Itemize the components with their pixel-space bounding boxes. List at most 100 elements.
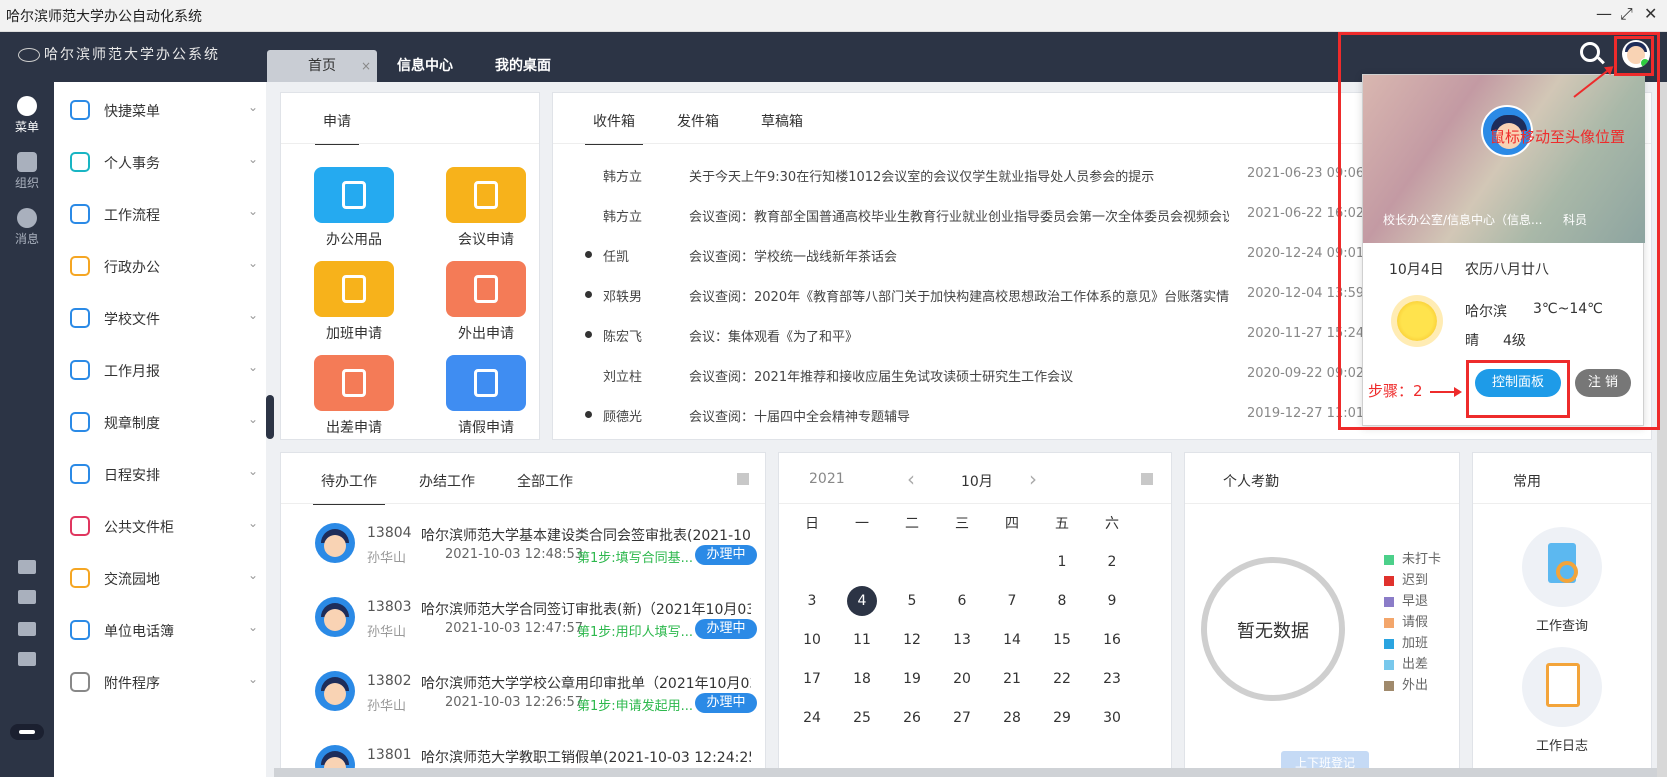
- calendar-day[interactable]: 9: [1097, 586, 1127, 616]
- calendar-day[interactable]: 17: [797, 664, 827, 694]
- horizontal-scrollbar[interactable]: [274, 768, 1657, 777]
- calendar-day[interactable]: 7: [997, 586, 1027, 616]
- calendar-day[interactable]: 18: [847, 664, 877, 694]
- maximize-button[interactable]: ⤢: [1620, 4, 1633, 24]
- storage-icon[interactable]: [18, 590, 36, 604]
- sidebar-item[interactable]: 交流园地 ⌄: [54, 552, 266, 604]
- common-item-work-log[interactable]: 工作日志: [1517, 647, 1607, 754]
- calendar-day[interactable]: 6: [947, 586, 977, 616]
- tab-apply[interactable]: 申请: [315, 111, 359, 145]
- unread-dot-icon: [585, 331, 592, 338]
- toggle-pill-icon[interactable]: [10, 724, 44, 740]
- tab-outbox[interactable]: 发件箱: [677, 111, 719, 131]
- todo-item[interactable]: 13801 哈尔滨师范大学教职工销假单(2021-10-03 12:24:25): [281, 737, 765, 771]
- calendar-day[interactable]: 2: [1097, 547, 1127, 577]
- mail-row[interactable]: 顾德光 会议查阅：十届四中全会精神专题辅导 2019-12-27 11:01: [553, 395, 1453, 435]
- tab-home[interactable]: 首页 ×: [267, 50, 377, 82]
- mail-row[interactable]: 任凯 会议查阅：学校统一战线新年茶话会 2020-12-24 09:01: [553, 235, 1453, 275]
- calendar-day[interactable]: 25: [847, 703, 877, 733]
- calendar-day[interactable]: 14: [997, 625, 1027, 655]
- calendar-day[interactable]: 5: [897, 586, 927, 616]
- sidebar-item[interactable]: 快捷菜单 ⌄: [54, 84, 266, 136]
- sidebar-item-label: 工作月报: [104, 364, 160, 380]
- tab-inbox[interactable]: 收件箱: [585, 111, 643, 145]
- sidebar-item[interactable]: 工作月报 ⌄: [54, 344, 266, 396]
- rail-item-menu[interactable]: 菜单: [0, 96, 54, 135]
- grid-icon: [17, 96, 37, 116]
- shirt-icon[interactable]: [18, 652, 36, 666]
- tab-todo[interactable]: 待办工作: [313, 471, 385, 505]
- calendar-day[interactable]: 27: [947, 703, 977, 733]
- common-item-work-query[interactable]: 工作查询: [1517, 527, 1607, 634]
- apply-app-item[interactable]: 加班申请: [309, 261, 399, 343]
- sidebar-item[interactable]: 单位电话簿 ⌄: [54, 604, 266, 656]
- sidebar-item[interactable]: 规章制度 ⌄: [54, 396, 266, 448]
- tab-drafts[interactable]: 草稿箱: [761, 111, 803, 131]
- download-icon[interactable]: [18, 622, 36, 636]
- sidebar-item[interactable]: 个人事务 ⌄: [54, 136, 266, 188]
- apply-app-item[interactable]: 出差申请: [309, 355, 399, 437]
- prev-month-icon[interactable]: ‹: [907, 467, 915, 491]
- calendar-day[interactable]: 13: [947, 625, 977, 655]
- calendar-day[interactable]: 4: [847, 586, 877, 616]
- calendar-day[interactable]: 24: [797, 703, 827, 733]
- rail-item-messages[interactable]: 消息: [0, 208, 54, 247]
- calendar-day[interactable]: 16: [1097, 625, 1127, 655]
- apply-app-item[interactable]: 请假申请: [441, 355, 531, 437]
- sidebar-item[interactable]: 工作流程 ⌄: [54, 188, 266, 240]
- mail-subject: 关于今天上午9:30在行知楼1012会议室的会议仅学生就业指导处人员参会的提示: [689, 170, 1155, 185]
- calendar-day[interactable]: 22: [1047, 664, 1077, 694]
- calendar-day[interactable]: 1: [1047, 547, 1077, 577]
- sidebar-collapse-handle[interactable]: [266, 395, 274, 439]
- calendar-day[interactable]: 20: [947, 664, 977, 694]
- calendar-day[interactable]: 30: [1097, 703, 1127, 733]
- minimize-button[interactable]: —: [1596, 4, 1612, 23]
- mail-row[interactable]: 韩方立 关于今天上午9:30在行知楼1012会议室的会议仅学生就业指导处人员参会的…: [553, 155, 1453, 195]
- calendar-day[interactable]: 15: [1047, 625, 1077, 655]
- sidebar-item-label: 日程安排: [104, 468, 160, 484]
- todo-time: 2021-10-03 12:26:57: [445, 695, 584, 710]
- todo-item[interactable]: 13804 哈尔滨师范大学基本建设类合同会签审批表(2021-10-... 孙华山 2…: [281, 515, 765, 589]
- chevron-down-icon: ⌄: [248, 620, 259, 634]
- calendar-day[interactable]: 29: [1047, 703, 1077, 733]
- weekday-header: 六: [1105, 516, 1119, 532]
- more-grid-icon[interactable]: [1141, 473, 1153, 485]
- sidebar-item[interactable]: 学校文件 ⌄: [54, 292, 266, 344]
- apply-app-item[interactable]: 会议申请: [441, 167, 531, 249]
- apply-app-item[interactable]: 外出申请: [441, 261, 531, 343]
- monitor-icon[interactable]: [18, 560, 36, 574]
- todo-time: 2021-10-03 12:47:57: [445, 621, 584, 636]
- apply-app-item[interactable]: 办公用品: [309, 167, 399, 249]
- calendar-day[interactable]: 12: [897, 625, 927, 655]
- calendar-day[interactable]: 26: [897, 703, 927, 733]
- todo-item[interactable]: 13802 哈尔滨师范大学学校公章用印审批单（2021年10月03... 孙华山 20…: [281, 663, 765, 737]
- mail-row[interactable]: 刘立柱 会议查阅：2021年推荐和接收应届生免试攻读硕士研究生工作会议 2020-0…: [553, 355, 1453, 395]
- calendar-day[interactable]: 28: [997, 703, 1027, 733]
- mail-row[interactable]: 陈宏飞 会议：集体观看《为了和平》 2020-11-27 15:24: [553, 315, 1453, 355]
- mail-row[interactable]: 韩方立 会议查阅：教育部全国普通高校毕业生教育行业就业创业指导委员会第一次全体委员…: [553, 195, 1453, 235]
- sidebar-item[interactable]: 日程安排 ⌄: [54, 448, 266, 500]
- next-month-icon[interactable]: ›: [1029, 467, 1037, 491]
- rail-item-org[interactable]: 组织: [0, 152, 54, 191]
- sidebar-item[interactable]: 附件程序 ⌄: [54, 656, 266, 708]
- grid-menu-icon: [70, 620, 90, 640]
- close-button[interactable]: ✕: [1644, 4, 1657, 23]
- sidebar-item[interactable]: 行政办公 ⌄: [54, 240, 266, 292]
- tab-info-center[interactable]: 信息中心: [390, 50, 460, 82]
- tab-close-icon[interactable]: ×: [361, 50, 371, 82]
- more-grid-icon[interactable]: [737, 473, 749, 485]
- calendar-day[interactable]: 8: [1047, 586, 1077, 616]
- calendar-day[interactable]: 19: [897, 664, 927, 694]
- todo-item[interactable]: 13803 哈尔滨师范大学合同签订审批表(新)（2021年10月03... 孙华山 2…: [281, 589, 765, 663]
- sidebar-item[interactable]: 公共文件柜 ⌄: [54, 500, 266, 552]
- calendar-day[interactable]: 21: [997, 664, 1027, 694]
- calendar-day[interactable]: 3: [797, 586, 827, 616]
- mail-row[interactable]: 邓轶男 会议查阅：2020年《教育部等八部门关于加快构建高校思想政治工作体系的意见…: [553, 275, 1453, 315]
- calendar-day[interactable]: 23: [1097, 664, 1127, 694]
- calendar-day[interactable]: 11: [847, 625, 877, 655]
- calendar-day[interactable]: 10: [797, 625, 827, 655]
- apply-app-icon: [314, 261, 394, 317]
- tab-all-work[interactable]: 全部工作: [517, 471, 573, 491]
- tab-done[interactable]: 办结工作: [419, 471, 475, 491]
- tab-my-desktop[interactable]: 我的桌面: [488, 50, 558, 82]
